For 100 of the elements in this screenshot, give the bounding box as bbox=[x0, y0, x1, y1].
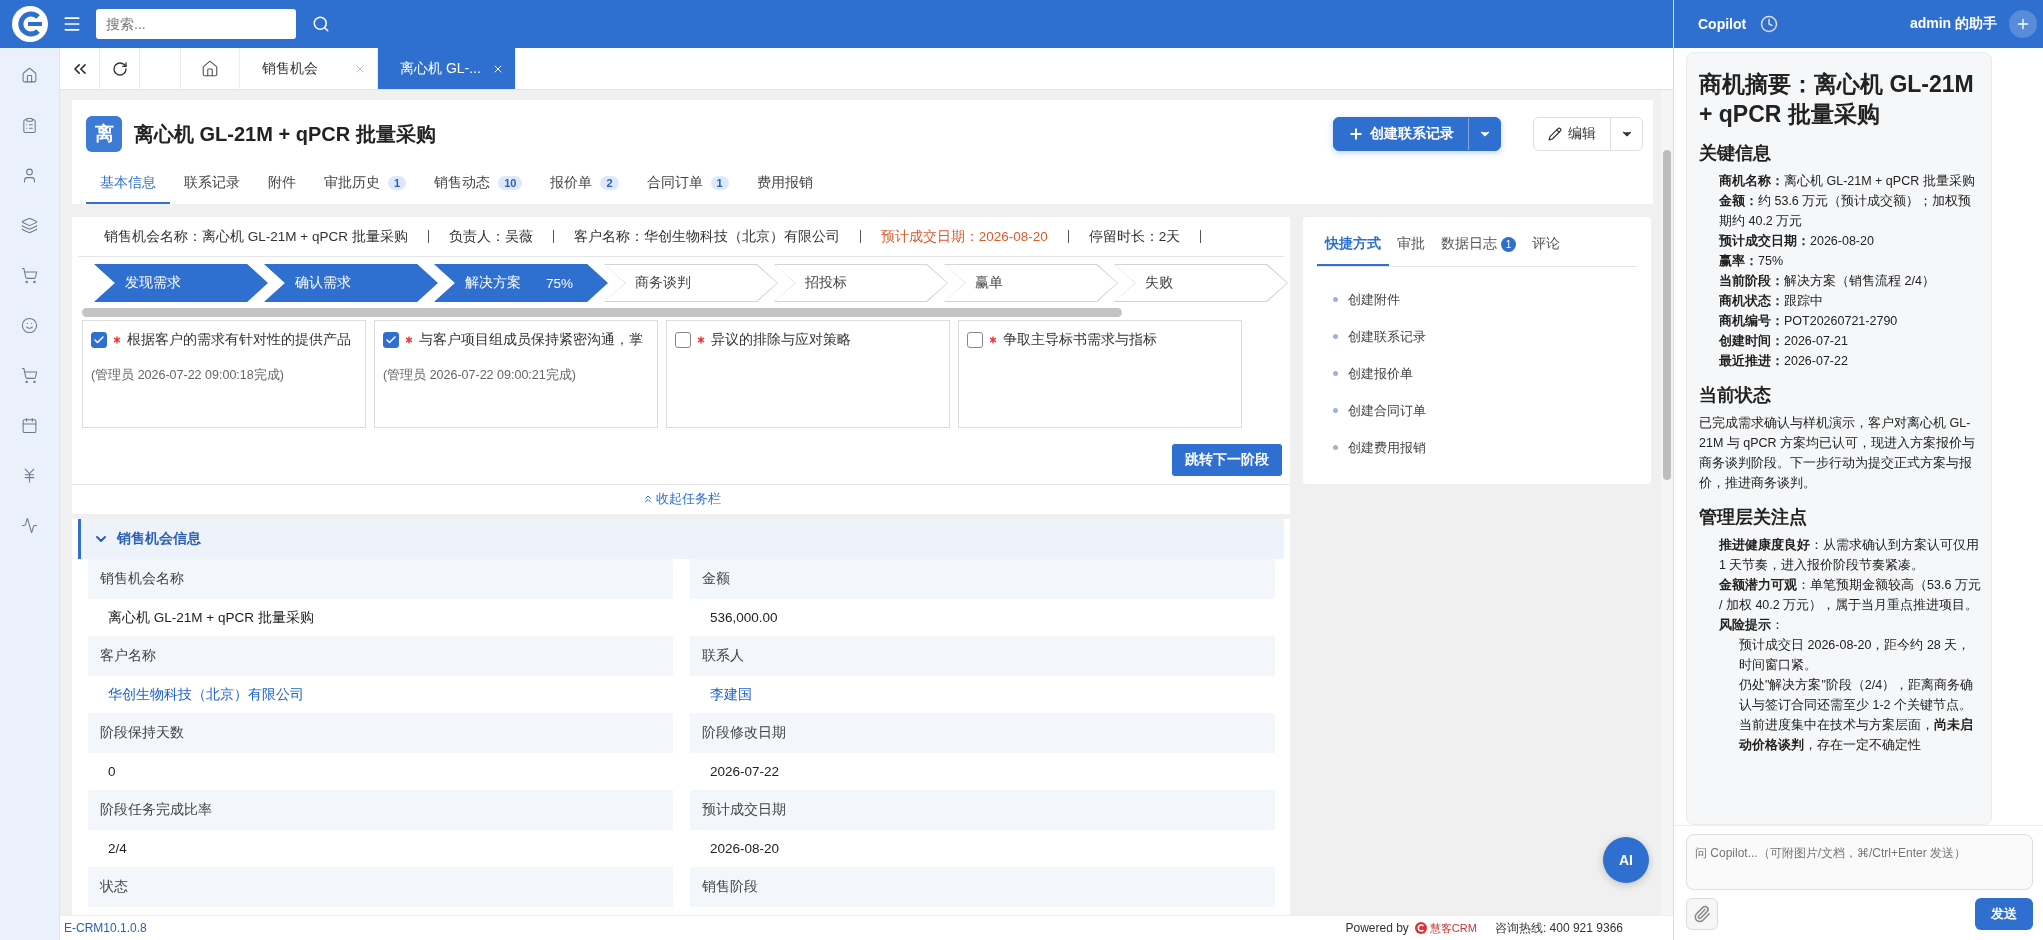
search-field[interactable]: 搜索... bbox=[96, 9, 296, 39]
shortcut-link[interactable]: 创建费用报销 bbox=[1333, 429, 1637, 466]
logo-icon bbox=[11, 5, 49, 43]
field-value: 2/4 bbox=[108, 841, 127, 856]
detail-tab[interactable]: 审批历史 1 bbox=[310, 166, 421, 204]
summary-item: 商机名称：离心机 GL-21M + qPCR 批量采购 bbox=[1718, 173, 1976, 190]
stage-step[interactable]: 失败 bbox=[1114, 264, 1288, 302]
count-badge: 1 bbox=[388, 176, 407, 190]
record-title: 离心机 GL-21M + qPCR 批量采购 bbox=[134, 121, 437, 147]
check-icon bbox=[93, 334, 105, 346]
task-label: 异议的排除与应对策略 bbox=[711, 331, 851, 349]
field-value: 离心机 GL-21M + qPCR 批量采购 bbox=[108, 608, 314, 627]
detail-tab[interactable]: 报价单 2 bbox=[536, 166, 633, 204]
task-note: (管理员 2026-07-22 09:00:21完成) bbox=[383, 367, 577, 384]
section-header[interactable]: 销售机会信息 bbox=[78, 519, 1284, 559]
powered-by-text: Powered by bbox=[1345, 921, 1409, 935]
send-button[interactable]: 发送 bbox=[1975, 898, 2033, 930]
checkbox[interactable] bbox=[383, 332, 399, 348]
brand-logo: 慧客CRM bbox=[1414, 920, 1477, 936]
summary-field: 停留时长：2天 bbox=[1088, 227, 1181, 246]
ai-button[interactable]: AI bbox=[1603, 837, 1649, 883]
detail-tab[interactable]: 基本信息 bbox=[86, 166, 170, 204]
collapse-link[interactable]: 收起任务栏 bbox=[641, 490, 721, 508]
side-tab[interactable]: 评论 bbox=[1524, 229, 1568, 266]
count-badge: 2 bbox=[600, 176, 619, 190]
pencil-icon bbox=[1548, 127, 1562, 141]
checkbox[interactable] bbox=[91, 332, 107, 348]
field-label: 销售机会名称 bbox=[88, 559, 673, 599]
check-icon bbox=[385, 334, 397, 346]
create-contact-button[interactable]: 创建联系记录 bbox=[1333, 117, 1501, 151]
stage-step[interactable]: 赢单 bbox=[944, 264, 1118, 302]
shortcut-link[interactable]: 创建附件 bbox=[1333, 281, 1637, 318]
scrollbar[interactable] bbox=[82, 308, 1122, 317]
stage-step[interactable]: 招投标 bbox=[774, 264, 948, 302]
detail-tab[interactable]: 合同订单 1 bbox=[632, 166, 743, 204]
side-tab[interactable]: 快捷方式 bbox=[1317, 229, 1389, 266]
page-tab[interactable]: 离心机 GL-... bbox=[378, 48, 516, 89]
attach-icon[interactable] bbox=[1686, 898, 1718, 930]
summary-paragraph: 已完成需求确认与样机演示，客户对离心机 GL-21M 与 qPCR 方案均已认可，现进入方案报价与商务谈判阶段。下一步行动为提交正式方案与报价，推进商务谈判。 bbox=[1699, 415, 1977, 492]
version-text: E-CRM10.1.0.8 bbox=[64, 921, 147, 935]
task-note: (管理员 2026-07-22 09:00:18完成) bbox=[91, 367, 285, 384]
field-label: 阶段修改日期 bbox=[690, 713, 1275, 753]
summary-item: 预计成交日期：2026-08-20 bbox=[1718, 232, 1875, 250]
home-tab[interactable] bbox=[180, 48, 240, 89]
next-stage-button[interactable]: 跳转下一阶段 bbox=[1172, 444, 1282, 476]
detail-tab[interactable]: 费用报销 bbox=[742, 166, 827, 204]
checkbox[interactable] bbox=[967, 332, 983, 348]
field-value: 2026-08-20 bbox=[710, 841, 780, 856]
side-tab[interactable]: 审批 bbox=[1389, 229, 1433, 266]
field-label: 金额 bbox=[690, 559, 1275, 599]
field-link[interactable]: 李建国 bbox=[710, 685, 752, 704]
task-label: 根据客户的需求有针对性的提供产品 bbox=[127, 331, 351, 349]
stage-step[interactable]: 商务谈判 bbox=[604, 264, 778, 302]
detail-tab[interactable]: 附件 bbox=[254, 166, 310, 204]
new-chat-button[interactable] bbox=[2009, 10, 2037, 38]
field-label: 阶段保持天数 bbox=[88, 713, 673, 753]
summary-item: 赢率：75% bbox=[1718, 253, 1785, 270]
home-icon[interactable] bbox=[201, 59, 219, 78]
count-badge: 1 bbox=[1501, 236, 1516, 252]
record-avatar: 离 bbox=[86, 116, 122, 152]
field-label: 预计成交日期 bbox=[690, 790, 1275, 830]
detail-tab[interactable]: 销售动态 10 bbox=[420, 166, 537, 204]
checkbox[interactable] bbox=[675, 332, 691, 348]
chat-input[interactable]: 问 Copilot...（可附图片/文档，⌘/Ctrl+Enter 发送） bbox=[1686, 834, 2033, 890]
plus-icon bbox=[1348, 126, 1364, 142]
create-contact-button[interactable]: 创建联系记录 bbox=[1334, 118, 1468, 150]
detail-tab[interactable]: 联系记录 bbox=[170, 166, 254, 204]
shortcut-link[interactable]: 创建联系记录 bbox=[1333, 318, 1637, 355]
stage-step[interactable]: 发现需求 bbox=[94, 264, 268, 302]
field-value: 2026-07-22 bbox=[710, 764, 780, 779]
task-label: 争取主导标书需求与指标 bbox=[1003, 331, 1157, 349]
side-tab[interactable]: 数据日志 1 bbox=[1433, 229, 1524, 266]
section-heading: 管理层关注点 bbox=[1699, 506, 1808, 529]
hotline-text: 咨询热线: 400 921 9366 bbox=[1494, 919, 1623, 937]
field-label: 客户名称 bbox=[88, 636, 673, 676]
shortcut-link[interactable]: 创建合同订单 bbox=[1333, 392, 1637, 429]
field-value: 536,000.00 bbox=[710, 610, 778, 625]
assistant-name: admin 的助手 bbox=[1909, 15, 1997, 33]
count-badge: 10 bbox=[498, 176, 523, 190]
stage-step[interactable]: 解决方案 75% bbox=[434, 264, 608, 302]
section-heading: 关键信息 bbox=[1699, 142, 1772, 165]
summary-item: 当前阶段：解决方案（销售流程 2/4） bbox=[1718, 273, 1936, 290]
summary-item: 风险提示： bbox=[1718, 617, 1785, 634]
summary-item: 预计成交日 2026-08-20，距今约 28 天，时间窗口紧。 bbox=[1738, 637, 1972, 674]
summary-field: 预计成交日期：2026-08-20 bbox=[880, 227, 1048, 246]
scrollbar[interactable] bbox=[1663, 150, 1671, 480]
summary-item: 仍处"解决方案"阶段（2/4），距离商务确认与签订合同还需至少 1-2 个关键节点。 bbox=[1738, 677, 1975, 714]
field-label: 状态 bbox=[88, 867, 673, 907]
summary-field: 负责人：吴薇 bbox=[448, 227, 533, 246]
summary-item: 当前进度集中在技术与方案层面，尚未启动价格谈判，存在一定不确定性 bbox=[1738, 716, 1974, 754]
field-link[interactable]: 华创生物科技（北京）有限公司 bbox=[108, 685, 304, 704]
summary-item: 商机状态：跟踪中 bbox=[1718, 293, 1824, 310]
shortcut-link[interactable]: 创建报价单 bbox=[1333, 355, 1637, 392]
field-value: 0 bbox=[108, 764, 116, 779]
stage-step[interactable]: 确认需求 bbox=[264, 264, 438, 302]
count-badge: 1 bbox=[710, 176, 729, 190]
field-label: 联系人 bbox=[690, 636, 1275, 676]
summary-item: 推进健康度良好：从需求确认到方案认可仅用 1 天节奏，进入报价阶段节奏紧凑。 bbox=[1718, 536, 1980, 574]
summary-item: 商机编号：POT20260721-2790 bbox=[1718, 313, 1899, 330]
field-label: 销售阶段 bbox=[690, 867, 1275, 907]
